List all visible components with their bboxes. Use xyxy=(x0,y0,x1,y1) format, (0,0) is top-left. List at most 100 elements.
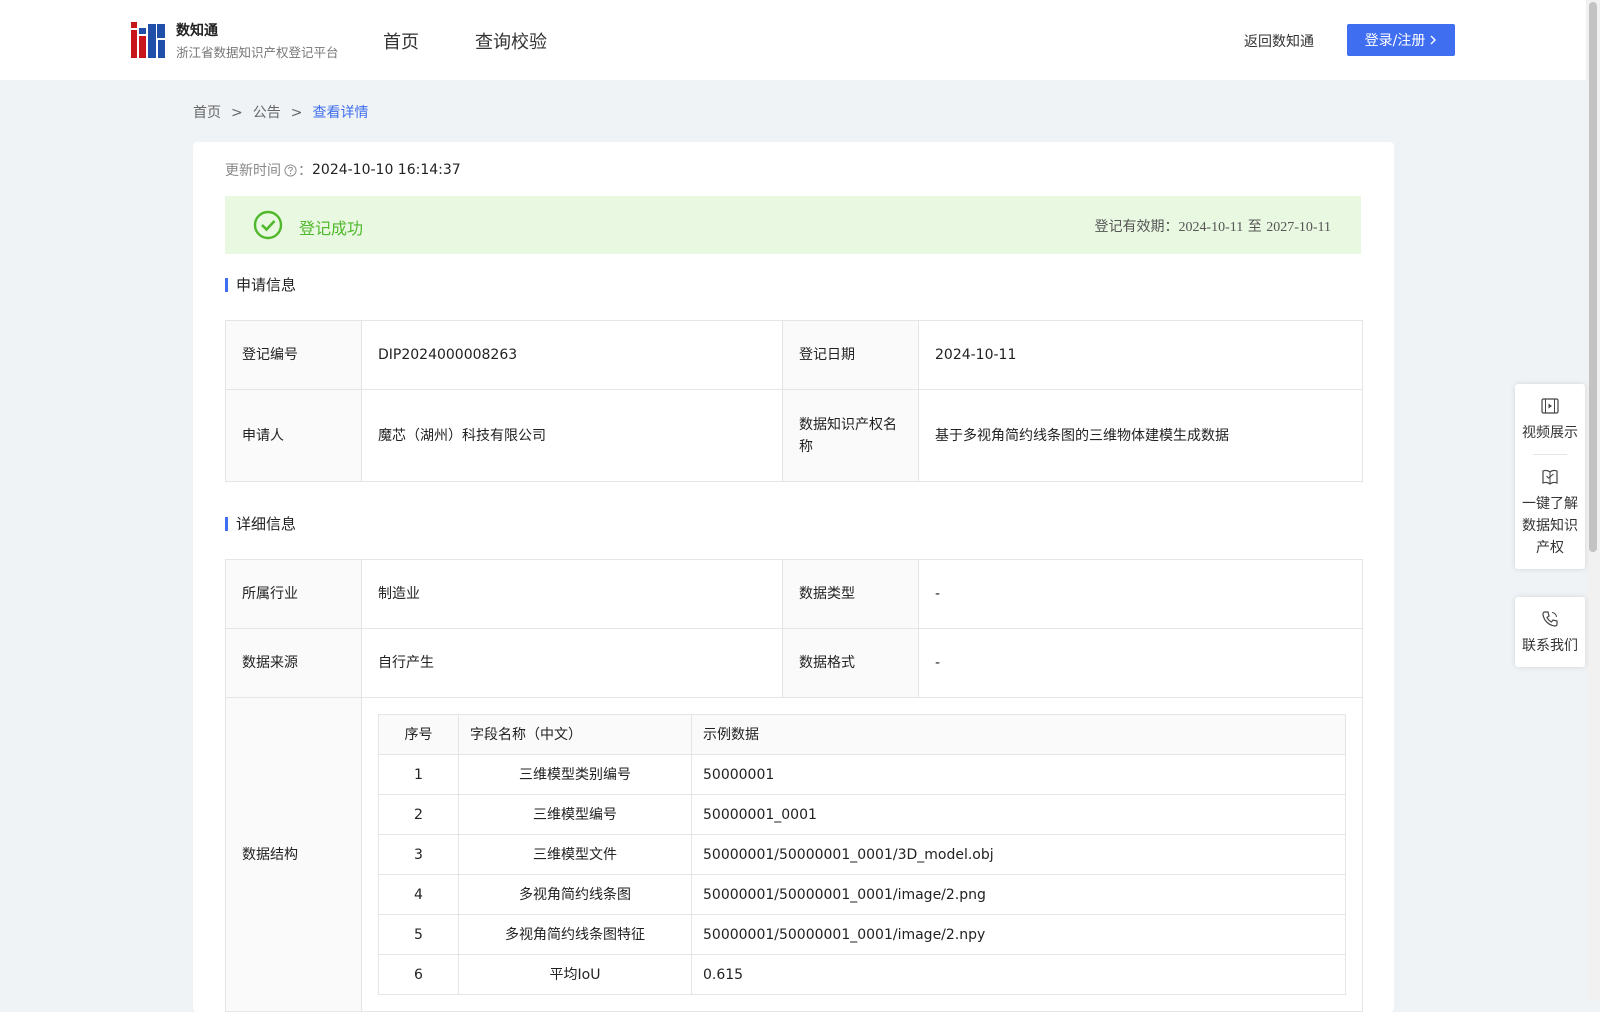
row-no: 6 xyxy=(378,954,459,995)
row-sample: 50000001 xyxy=(691,754,1346,795)
row-sample: 50000001/50000001_0001/3D_model.obj xyxy=(691,834,1346,875)
breadcrumb-separator: > xyxy=(290,105,303,121)
video-icon xyxy=(1541,398,1559,414)
validity-end: 2027-10-11 xyxy=(1266,220,1331,235)
industry-value: 制造业 xyxy=(361,559,783,629)
reg-no-label: 登记编号 xyxy=(225,320,362,390)
status-banner: 登记成功 登记有效期：2024-10-11 至 2027-10-11 xyxy=(225,196,1361,254)
learn-ip-label: 一键了解数据知识产权 xyxy=(1522,496,1578,556)
row-field-name: 平均IoU xyxy=(458,954,692,995)
ip-name-value: 基于多视角简约线条图的三维物体建模生成数据 xyxy=(918,389,1363,482)
scrollbar-thumb[interactable] xyxy=(1589,2,1597,552)
detail-card: 更新时间 ： 2024-10-10 16:14:37 登记成功 登记有效期：20… xyxy=(193,142,1394,1012)
table-row: 登记编号 DIP2024000008263 登记日期 2024-10-11 xyxy=(225,320,1363,390)
col-header-field-name: 字段名称（中文） xyxy=(458,714,692,755)
table-row: 数据来源 自行产生 数据格式 - xyxy=(225,628,1363,698)
row-field-name: 三维模型编号 xyxy=(458,794,692,835)
row-field-name: 三维模型类别编号 xyxy=(458,754,692,795)
help-circle-icon[interactable] xyxy=(284,163,297,177)
row-no: 2 xyxy=(378,794,459,835)
back-to-shuzhitong-link[interactable]: 返回数知通 xyxy=(1244,31,1314,51)
industry-label: 所属行业 xyxy=(225,559,362,629)
row-sample: 50000001/50000001_0001/image/2.npy xyxy=(691,914,1346,955)
source-value: 自行产生 xyxy=(361,628,783,698)
nav-home[interactable]: 首页 xyxy=(383,28,419,54)
check-circle-icon xyxy=(253,210,283,240)
reg-no-value: DIP2024000008263 xyxy=(361,320,783,390)
table-row: 5 多视角简约线条图特征 50000001/50000001_0001/imag… xyxy=(378,914,1346,955)
validity-start: 2024-10-11 xyxy=(1178,220,1244,235)
row-no: 5 xyxy=(378,914,459,955)
contact-us-button[interactable]: 联系我们 xyxy=(1515,597,1585,667)
chevron-right-icon xyxy=(1430,35,1437,45)
brand-subtitle: 浙江省数据知识产权登记平台 xyxy=(176,45,339,60)
brand-name: 数知通 xyxy=(176,23,218,39)
structure-label: 数据结构 xyxy=(225,697,362,1012)
update-time-row: 更新时间 ： 2024-10-10 16:14:37 xyxy=(225,160,461,180)
status-text: 登记成功 xyxy=(299,219,364,238)
ip-name-label: 数据知识产权名称 xyxy=(782,389,919,482)
reg-date-label: 登记日期 xyxy=(782,320,919,390)
login-register-button[interactable]: 登录/注册 xyxy=(1347,24,1455,56)
applicant-label: 申请人 xyxy=(225,389,362,482)
source-label: 数据来源 xyxy=(225,628,362,698)
col-header-no: 序号 xyxy=(378,714,459,755)
data-type-label: 数据类型 xyxy=(782,559,919,629)
video-showcase-button[interactable]: 视频展示 xyxy=(1515,384,1585,454)
applicant-value: 魔芯（湖州）科技有限公司 xyxy=(361,389,783,482)
row-no: 1 xyxy=(378,754,459,795)
side-float-panel-contact: 联系我们 xyxy=(1515,597,1585,667)
format-value: - xyxy=(918,628,1363,698)
structure-header-row: 序号 字段名称（中文） 示例数据 xyxy=(378,714,1346,755)
section-accent-bar xyxy=(225,516,228,531)
row-field-name: 多视角简约线条图 xyxy=(458,874,692,915)
table-row: 1 三维模型类别编号 50000001 xyxy=(378,754,1346,795)
section-title-detail: 详细信息 xyxy=(225,513,296,534)
section-title-application: 申请信息 xyxy=(225,274,296,295)
update-time-label: 更新时间 xyxy=(225,163,281,179)
section-title-text: 详细信息 xyxy=(236,515,297,533)
breadcrumb-notice[interactable]: 公告 xyxy=(253,105,281,121)
table-row: 数据结构 序号 字段名称（中文） 示例数据 1 三维模型类别编号 5000000… xyxy=(225,697,1363,1012)
validity-to: 至 xyxy=(1247,219,1262,235)
structure-cell: 序号 字段名称（中文） 示例数据 1 三维模型类别编号 50000001 2 三… xyxy=(361,697,1363,1012)
top-header: 数知通 浙江省数据知识产权登记平台 首页 查询校验 返回数知通 登录/注册 xyxy=(0,0,1586,80)
application-table: 登记编号 DIP2024000008263 登记日期 2024-10-11 申请… xyxy=(225,320,1363,482)
section-accent-bar xyxy=(225,277,228,292)
nav-query-verify[interactable]: 查询校验 xyxy=(475,28,547,54)
video-showcase-label: 视频展示 xyxy=(1522,425,1578,441)
row-no: 3 xyxy=(378,834,459,875)
col-header-sample: 示例数据 xyxy=(691,714,1346,755)
reg-date-value: 2024-10-11 xyxy=(918,320,1363,390)
table-row: 3 三维模型文件 50000001/50000001_0001/3D_model… xyxy=(378,834,1346,875)
breadcrumb-separator: > xyxy=(231,105,243,121)
section-title-text: 申请信息 xyxy=(236,276,297,294)
row-no: 4 xyxy=(378,874,459,915)
login-register-label: 登录/注册 xyxy=(1364,33,1426,49)
row-field-name: 三维模型文件 xyxy=(458,834,692,875)
row-sample: 50000001/50000001_0001/image/2.png xyxy=(691,874,1346,915)
update-time-value: 2024-10-10 16:14:37 xyxy=(312,162,461,178)
table-row: 申请人 魔芯（湖州）科技有限公司 数据知识产权名称 基于多视角简约线条图的三维物… xyxy=(225,389,1363,482)
row-field-name: 多视角简约线条图特征 xyxy=(458,914,692,955)
data-type-value: - xyxy=(918,559,1363,629)
table-row: 所属行业 制造业 数据类型 - xyxy=(225,559,1363,629)
validity-label: 登记有效期： xyxy=(1094,219,1179,235)
update-time-colon: ： xyxy=(298,163,312,179)
table-row: 4 多视角简约线条图 50000001/50000001_0001/image/… xyxy=(378,874,1346,915)
validity-period: 登记有效期：2024-10-11 至 2027-10-11 xyxy=(1094,216,1331,236)
table-row: 2 三维模型编号 50000001_0001 xyxy=(378,794,1346,835)
breadcrumb: 首页 > 公告 > 查看详情 xyxy=(193,102,368,122)
detail-table: 所属行业 制造业 数据类型 - 数据来源 自行产生 数据格式 - 数据结构 序号… xyxy=(225,559,1363,1012)
phone-icon xyxy=(1542,611,1558,627)
contact-us-label: 联系我们 xyxy=(1522,638,1578,654)
platform-logo-icon xyxy=(131,22,165,58)
learn-ip-button[interactable]: 一键了解数据知识产权 xyxy=(1515,455,1585,569)
breadcrumb-home[interactable]: 首页 xyxy=(193,105,221,121)
table-row: 6 平均IoU 0.615 xyxy=(378,954,1346,995)
page-scrollbar[interactable] xyxy=(1586,0,1600,1000)
side-float-panel: 视频展示 一键了解数据知识产权 xyxy=(1515,384,1585,569)
breadcrumb-current: 查看详情 xyxy=(312,105,369,121)
row-sample: 50000001_0001 xyxy=(691,794,1346,835)
row-sample: 0.615 xyxy=(691,954,1346,995)
